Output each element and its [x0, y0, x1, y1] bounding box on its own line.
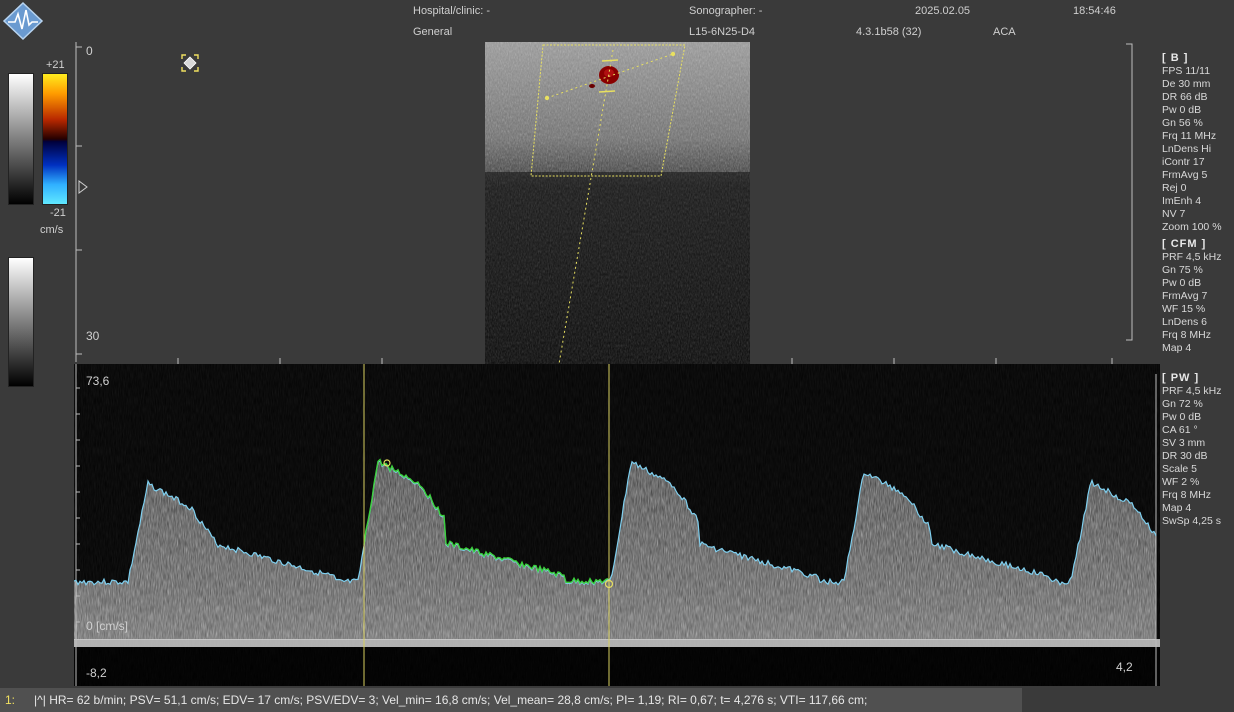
- pw-param: Scale 5: [1162, 463, 1198, 475]
- pw-param: PRF 4,5 kHz: [1162, 385, 1222, 397]
- pw-section-title: [ PW ]: [1162, 372, 1200, 384]
- pw-gray-scale-bar: [8, 257, 34, 387]
- focus-triangle-icon: [78, 180, 88, 194]
- pw-scale-bottom: -8,2: [86, 666, 107, 680]
- exam-date: 2025.02.05: [915, 5, 971, 17]
- pw-param: DR 30 dB: [1162, 450, 1208, 462]
- pw-param: Frq 8 MHz: [1162, 489, 1212, 501]
- exam-time: 18:54:46: [1073, 5, 1116, 17]
- cfm-param: FrmAvg 7: [1162, 290, 1208, 302]
- roi-selection-icon[interactable]: [181, 54, 199, 72]
- b-param: LnDens Hi: [1162, 143, 1212, 155]
- pw-time-end: 4,2: [1116, 660, 1133, 674]
- b-param: Frq 11 MHz: [1162, 130, 1217, 142]
- pw-param: Map 4: [1162, 502, 1192, 514]
- probe-label: L15-6N25-D4: [689, 26, 756, 38]
- pw-param: Gn 72 %: [1162, 398, 1203, 410]
- pw-doppler-spectrum[interactable]: [73, 364, 1160, 687]
- pw-baseline-label: 0 [cm/s]: [86, 619, 129, 633]
- colorbar-min: -21: [50, 207, 66, 219]
- pw-param: SwSp 4,25 s: [1162, 515, 1221, 527]
- ultrasound-logo-icon[interactable]: [2, 1, 44, 41]
- b-param: ImEnh 4: [1162, 195, 1202, 207]
- pw-param: CA 61 °: [1162, 424, 1198, 436]
- b-mode-section-title: [ B ]: [1162, 52, 1189, 64]
- b-param: De 30 mm: [1162, 78, 1211, 90]
- depth-top-label: 0: [86, 44, 93, 58]
- cfm-color-scale-bar: [42, 73, 68, 205]
- cfm-param: Frq 8 MHz: [1162, 329, 1212, 341]
- colorbar-max: +21: [46, 59, 65, 71]
- b-param: Pw 0 dB: [1162, 104, 1202, 116]
- cfm-param: PRF 4,5 kHz: [1162, 251, 1222, 263]
- hospital-label: Hospital/clinic: -: [413, 5, 491, 17]
- pw-param: WF 2 %: [1162, 476, 1200, 488]
- b-param: NV 7: [1162, 208, 1186, 220]
- cfm-param: Gn 75 %: [1162, 264, 1203, 276]
- pw-param-list: PRF 4,5 kHz Gn 72 % Pw 0 dB CA 61 ° SV 3 mm D…: [1162, 385, 1234, 528]
- depth-bottom-label: 30: [86, 329, 100, 343]
- bmode-gray-scale-bar: [8, 73, 34, 205]
- pw-param: Pw 0 dB: [1162, 411, 1202, 423]
- measurement-results: |^| HR= 62 b/min; PSV= 51,1 cm/s; EDV= 1…: [34, 693, 868, 707]
- cfm-param: LnDens 6: [1162, 316, 1207, 328]
- exam-type: ACA: [993, 26, 1016, 38]
- cfm-param: Map 4: [1162, 342, 1192, 354]
- preset-label: General: [413, 26, 453, 38]
- b-param: Zoom 100 %: [1162, 221, 1222, 233]
- b-param: Gn 56 %: [1162, 117, 1203, 129]
- status-bar-empty: [1022, 688, 1234, 712]
- b-param: FPS 11/11: [1162, 65, 1211, 77]
- pw-param: SV 3 mm: [1162, 437, 1206, 449]
- b-param: Rej 0: [1162, 182, 1187, 194]
- pw-scale-top: 73,6: [86, 374, 110, 388]
- cfm-section-title: [ CFM ]: [1162, 238, 1207, 250]
- cfm-param-list: PRF 4,5 kHz Gn 75 % Pw 0 dB FrmAvg 7 WF 15 %…: [1162, 251, 1234, 355]
- software-version: 4.3.1b58 (32): [856, 26, 922, 38]
- sonographer-label: Sonographer: -: [689, 5, 763, 17]
- cfm-param: WF 15 %: [1162, 303, 1206, 315]
- top-header: Hospital/clinic: - Sonographer: - 2025.0…: [0, 0, 1234, 42]
- b-param: FrmAvg 5: [1162, 169, 1208, 181]
- colorbar-unit: cm/s: [40, 224, 64, 236]
- bmode-ultrasound-image[interactable]: [485, 42, 750, 365]
- b-param: DR 66 dB: [1162, 91, 1208, 103]
- parameters-panel: [ B ] FPS 11/11 De 30 mm DR 66 dB Pw 0 dB Gn…: [1162, 52, 1234, 355]
- pw-parameters-panel: [ PW ] PRF 4,5 kHz Gn 72 % Pw 0 dB CA 61 ° S…: [1162, 372, 1234, 528]
- cfm-param: Pw 0 dB: [1162, 277, 1202, 289]
- measurement-index: 1:: [5, 693, 16, 707]
- b-param: iContr 17: [1162, 156, 1205, 168]
- b-mode-param-list: FPS 11/11 De 30 mm DR 66 dB Pw 0 dB Gn 56 % F…: [1162, 65, 1234, 234]
